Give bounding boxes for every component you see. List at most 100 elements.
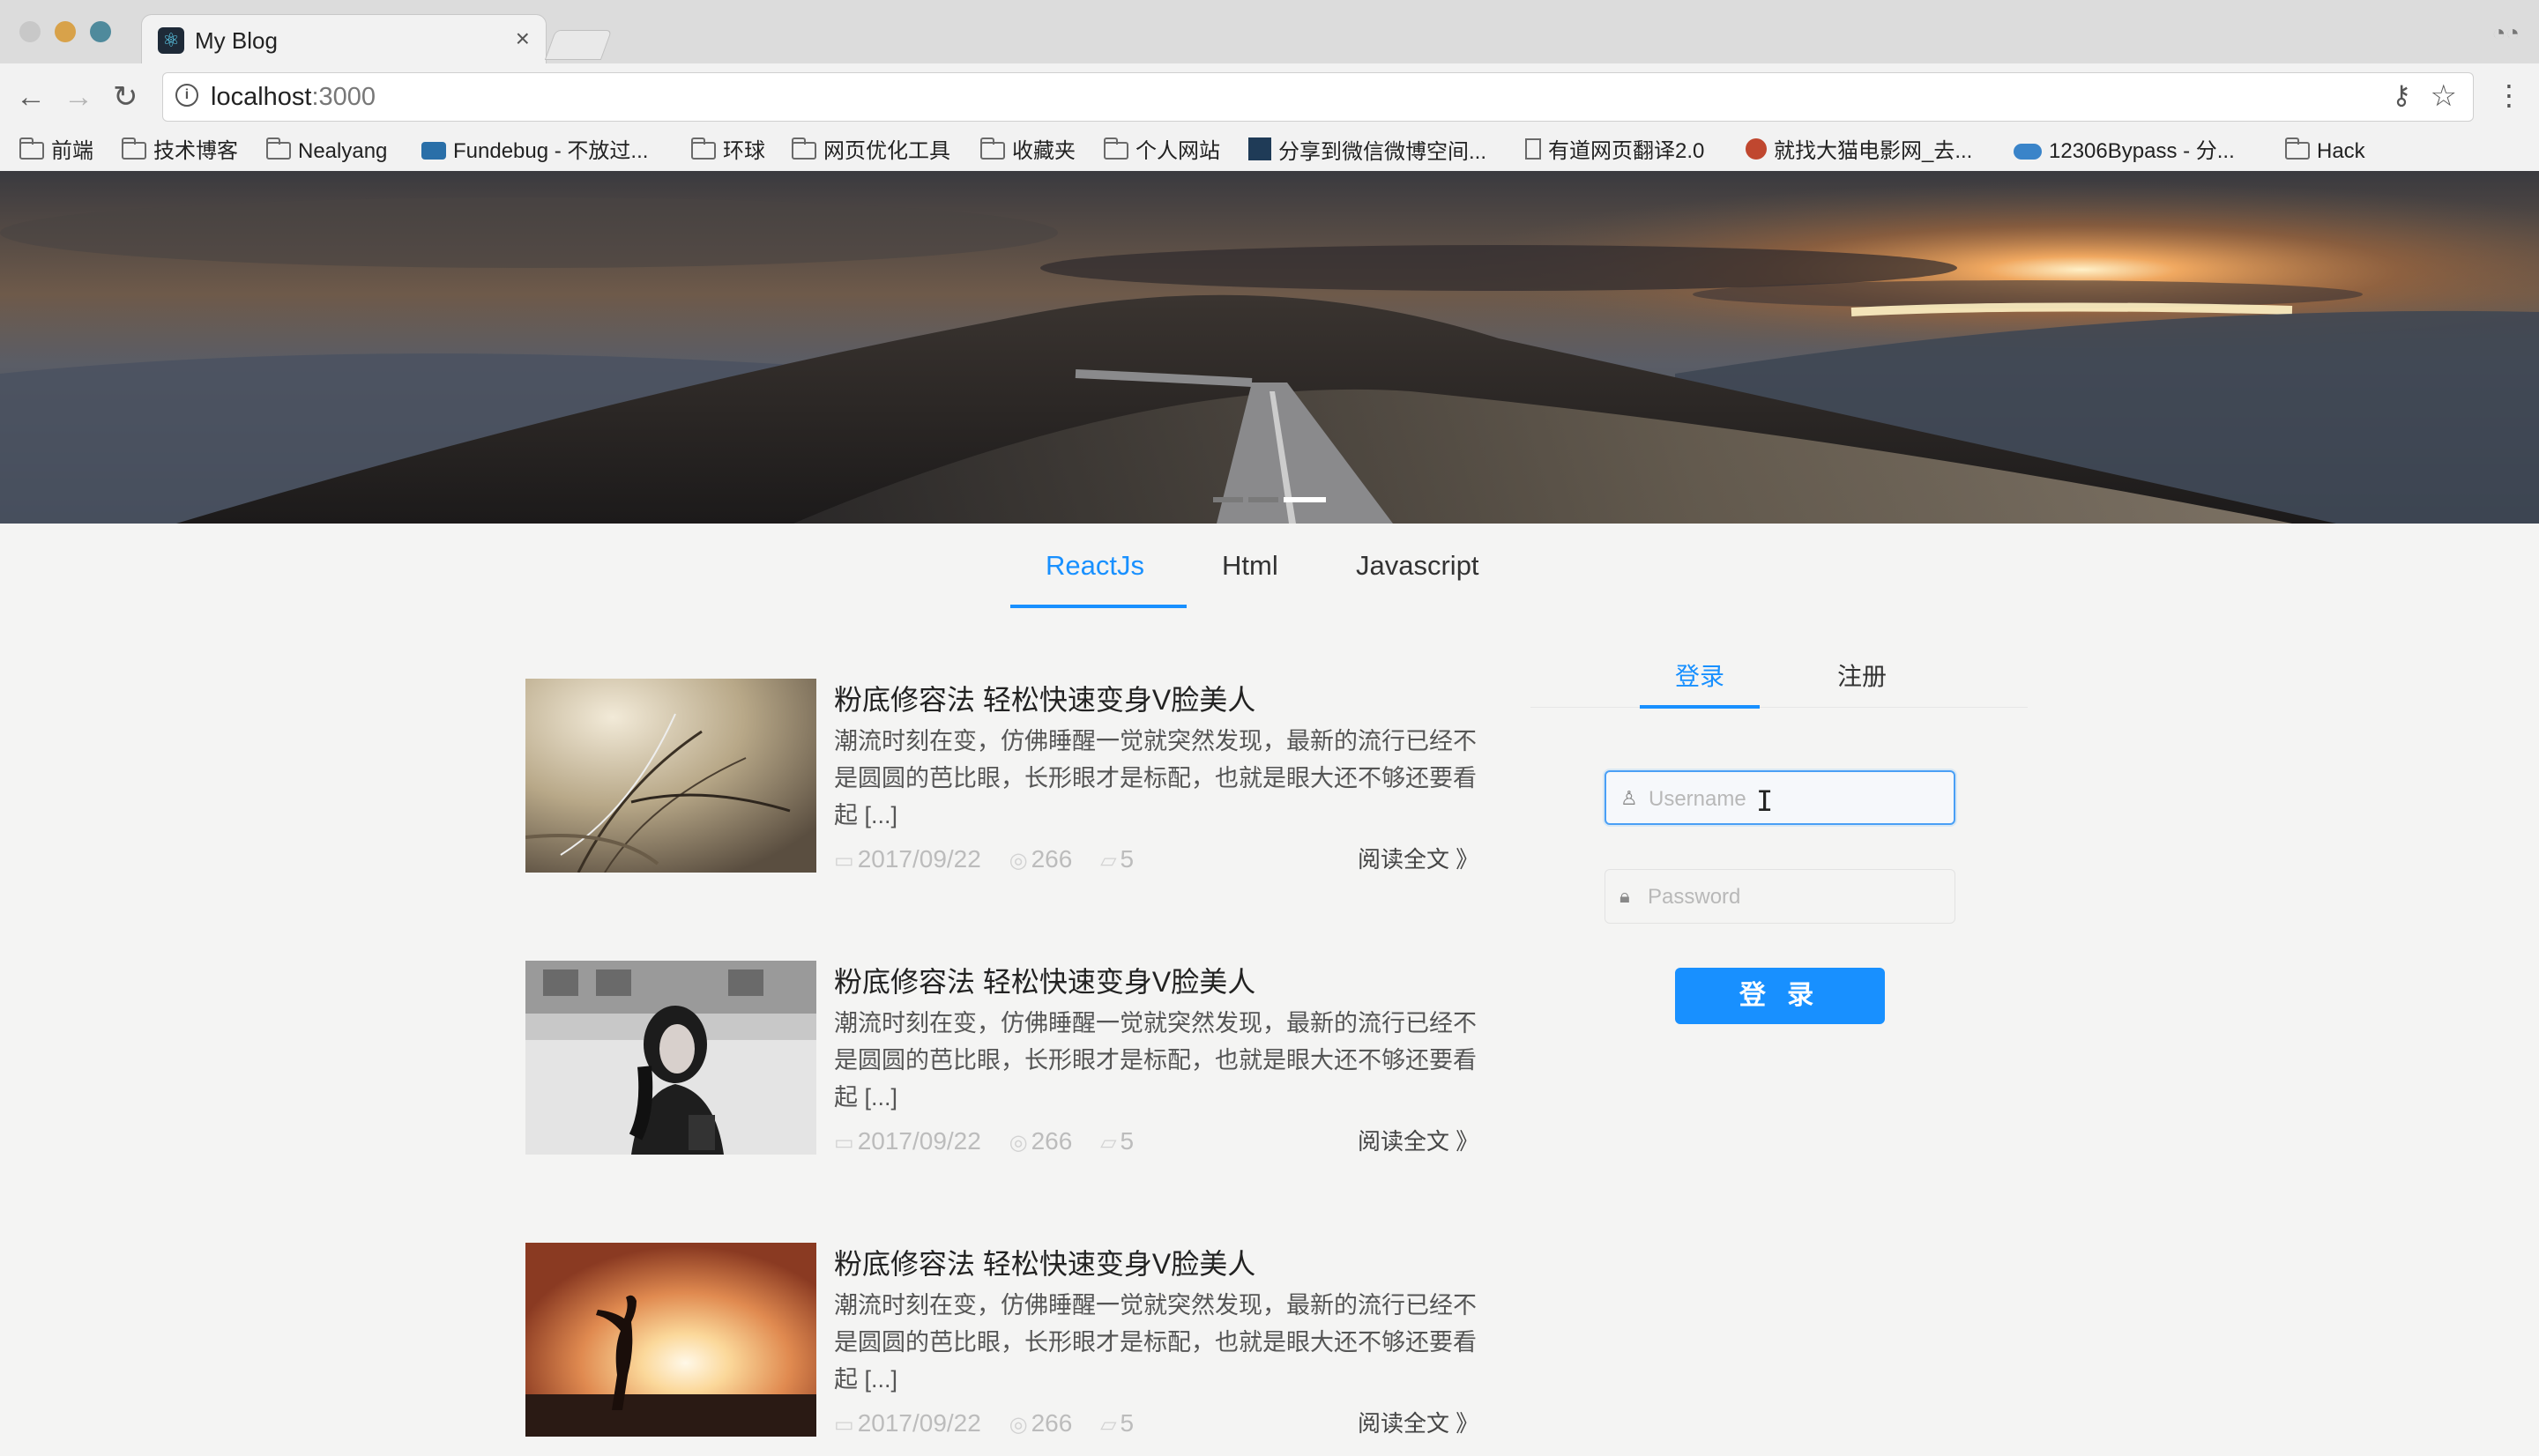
- bookmark-item[interactable]: 收藏夹: [980, 137, 1076, 166]
- close-window-button[interactable]: [19, 21, 41, 42]
- login-button[interactable]: 登 录: [1675, 968, 1885, 1024]
- post-date: 2017/09/22: [857, 1409, 981, 1437]
- bookmark-star-icon[interactable]: ☆: [2431, 78, 2457, 114]
- bookmark-item[interactable]: Fundebug - 不放过...: [421, 137, 648, 166]
- post-thumbnail[interactable]: [525, 961, 816, 1155]
- bookmark-item[interactable]: 技术博客: [122, 137, 238, 166]
- calendar-icon: ▭: [834, 1131, 854, 1155]
- auth-tab-indicator: [1640, 705, 1760, 709]
- tab-login[interactable]: 登录: [1675, 659, 1724, 695]
- carousel-dot-active[interactable]: [1284, 497, 1326, 502]
- reload-icon[interactable]: ↻: [113, 79, 138, 115]
- username-field[interactable]: ♙: [1605, 770, 1955, 825]
- back-arrow-icon[interactable]: ←: [16, 79, 46, 115]
- incognito-icon: ◔◔: [2491, 19, 2520, 46]
- folder-icon: [122, 137, 146, 160]
- post-excerpt: 潮流时刻在变，仿佛睡醒一觉就突然发现，最新的流行已经不是圆圆的芭比眼，长形眼才是…: [834, 728, 1477, 828]
- bookmarks-bar: 前端 技术博客 Nealyang Fundebug - 不放过... 环球 网页…: [0, 134, 2539, 172]
- tab-javascript[interactable]: Javascript: [1356, 548, 1479, 583]
- comment-icon: ▱: [1100, 1131, 1117, 1155]
- post-views: 266: [1031, 1127, 1073, 1155]
- tab-title: My Blog: [195, 27, 278, 54]
- auth-panel: 登录 注册 ♙ 🔒︎ 登 录: [1530, 643, 2028, 1031]
- document-icon: [1525, 138, 1541, 160]
- bookmark-item[interactable]: 前端: [19, 137, 93, 166]
- chrome-menu-icon[interactable]: ⋮: [2495, 78, 2523, 113]
- post-comments: 5: [1120, 845, 1135, 873]
- post-title[interactable]: 粉底修容法 轻松快速变身V脸美人: [834, 1246, 1255, 1281]
- forward-arrow-icon[interactable]: →: [63, 79, 93, 115]
- tab-active-indicator: [1010, 605, 1187, 608]
- calendar-icon: ▭: [834, 849, 854, 873]
- bookmark-item[interactable]: Hack: [2285, 137, 2365, 166]
- key-icon[interactable]: ⚷: [2392, 80, 2411, 111]
- tab-register[interactable]: 注册: [1837, 659, 1887, 695]
- bookmark-item[interactable]: 就找大猫电影网_去...: [1746, 137, 1972, 166]
- auth-tab-divider: [1530, 707, 2028, 708]
- bookmark-item[interactable]: Nealyang: [266, 137, 387, 166]
- mountain-road-image: [0, 171, 2539, 524]
- address-bar[interactable]: i localhost:3000 ⚷ ☆: [162, 72, 2474, 122]
- post-card[interactable]: 粉底修容法 轻松快速变身V脸美人 潮流时刻在变，仿佛睡醒一觉就突然发现，最新的流…: [525, 961, 1478, 1155]
- post-views: 266: [1031, 1409, 1073, 1437]
- eye-icon: ◎: [1009, 1413, 1028, 1437]
- comment-icon: ▱: [1100, 1413, 1117, 1437]
- site-info-icon[interactable]: i: [175, 84, 198, 107]
- carousel-dot[interactable]: [1248, 497, 1278, 502]
- post-title[interactable]: 粉底修容法 轻松快速变身V脸美人: [834, 682, 1255, 717]
- eye-icon: ◎: [1009, 1131, 1028, 1155]
- bookmark-item[interactable]: 环球: [691, 137, 765, 166]
- tab-close-icon[interactable]: ×: [516, 26, 530, 52]
- bookmark-item[interactable]: 12306Bypass - 分...: [2014, 137, 2235, 166]
- browser-toolbar: ← → ↻ i localhost:3000 ⚷ ☆ ⋮: [0, 63, 2539, 134]
- browser-tab[interactable]: ⚛ My Blog ×: [141, 14, 547, 63]
- folder-icon: [19, 137, 44, 160]
- tab-reactjs[interactable]: ReactJs: [1046, 548, 1144, 583]
- post-excerpt: 潮流时刻在变，仿佛睡醒一觉就突然发现，最新的流行已经不是圆圆的芭比眼，长形眼才是…: [834, 1292, 1477, 1393]
- post-card[interactable]: 粉底修容法 轻松快速变身V脸美人 潮流时刻在变，仿佛睡醒一觉就突然发现，最新的流…: [525, 1243, 1478, 1437]
- password-input[interactable]: [1646, 879, 1940, 916]
- post-date: 2017/09/22: [857, 1127, 981, 1155]
- post-meta: ▭ 2017/09/22 ◎ 266 ▱ 5: [834, 844, 1137, 876]
- folder-icon: [266, 137, 291, 160]
- calendar-icon: ▭: [834, 1413, 854, 1437]
- post-meta: ▭ 2017/09/22 ◎ 266 ▱ 5: [834, 1126, 1137, 1158]
- read-more-link[interactable]: 阅读全文 》: [1358, 1126, 1478, 1156]
- bookmark-item[interactable]: 分享到微信微博空间...: [1248, 137, 1486, 167]
- tab-html[interactable]: Html: [1222, 548, 1278, 583]
- post-title[interactable]: 粉底修容法 轻松快速变身V脸美人: [834, 964, 1255, 999]
- bookmark-item[interactable]: 网页优化工具: [792, 137, 950, 166]
- user-icon: ♙: [1620, 787, 1638, 809]
- folder-icon: [2285, 137, 2310, 160]
- folder-icon: [792, 137, 816, 160]
- react-favicon-icon: ⚛: [158, 27, 184, 54]
- lock-icon: 🔒︎: [1619, 885, 1630, 907]
- folder-icon: [1104, 137, 1128, 160]
- hero-carousel[interactable]: [0, 171, 2539, 524]
- read-more-link[interactable]: 阅读全文 》: [1358, 1408, 1478, 1438]
- post-date: 2017/09/22: [857, 845, 981, 873]
- fundebug-icon: [421, 142, 446, 160]
- share-icon: [1248, 137, 1271, 160]
- post-thumbnail[interactable]: [525, 679, 816, 873]
- carousel-dot[interactable]: [1213, 497, 1243, 502]
- bookmark-item[interactable]: 个人网站: [1104, 137, 1220, 166]
- category-tabs: ReactJs Html Javascript: [0, 524, 2539, 608]
- text-cursor-icon: I: [1756, 784, 1774, 818]
- minimize-window-button[interactable]: [55, 21, 76, 42]
- window-titlebar: ⚛ My Blog × ◔◔: [0, 0, 2539, 63]
- post-card[interactable]: 粉底修容法 轻松快速变身V脸美人 潮流时刻在变，仿佛睡醒一觉就突然发现，最新的流…: [525, 679, 1478, 873]
- post-comments: 5: [1120, 1127, 1135, 1155]
- password-field[interactable]: 🔒︎: [1605, 869, 1955, 924]
- zoom-window-button[interactable]: [90, 21, 111, 42]
- username-input[interactable]: [1647, 781, 1941, 818]
- folder-icon: [691, 137, 716, 160]
- post-thumbnail[interactable]: [525, 1243, 816, 1437]
- comment-icon: ▱: [1100, 849, 1117, 873]
- bookmark-item[interactable]: 有道网页翻译2.0: [1525, 137, 1704, 166]
- post-excerpt: 潮流时刻在变，仿佛睡醒一觉就突然发现，最新的流行已经不是圆圆的芭比眼，长形眼才是…: [834, 1010, 1477, 1111]
- new-tab-button[interactable]: [544, 30, 613, 60]
- cloud-icon: [2014, 144, 2042, 160]
- read-more-link[interactable]: 阅读全文 》: [1358, 844, 1478, 874]
- url-text: localhost:3000: [211, 83, 376, 111]
